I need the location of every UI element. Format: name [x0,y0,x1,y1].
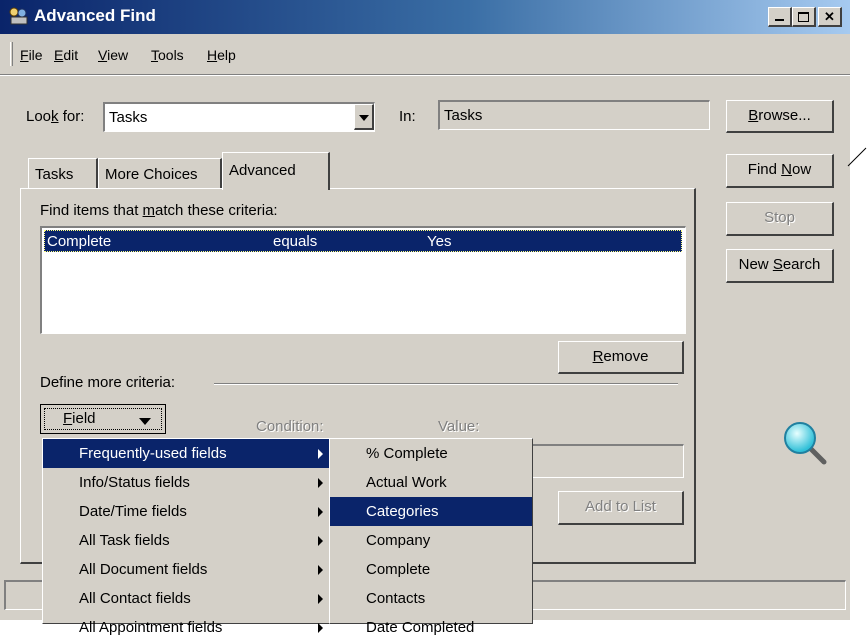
submenu-arrow-icon [318,565,323,575]
find-now-button[interactable]: Find Now [726,154,834,188]
submenu-arrow-icon [318,507,323,517]
submenu-item-company[interactable]: Company [330,526,532,555]
field-popup-menu: Frequently-used fields Info/Status field… [42,438,332,636]
browse-button[interactable]: Browse... [726,100,834,133]
field-menu-item-all-appointment[interactable]: All Appointment fields [43,613,331,642]
submenu-arrow-icon [318,623,323,633]
criteria-list[interactable]: Complete equals Yes [40,226,686,334]
maximize-icon [798,12,809,22]
in-field: Tasks [438,100,710,130]
tab-more-choices[interactable]: More Choices [98,158,222,188]
define-criteria-divider [214,383,678,385]
search-magnifier-icon [780,418,830,468]
stop-button[interactable]: Stop [726,202,834,236]
window-title: Advanced Find [34,6,156,25]
look-for-label: Look for: [26,108,85,125]
dropdown-arrow-icon [139,418,151,425]
submenu-item-actual-work[interactable]: Actual Work [330,468,532,497]
minimize-icon [775,19,784,21]
menubar-separator [0,74,850,76]
field-menu-item-info-status[interactable]: Info/Status fields [43,468,331,497]
value-input[interactable] [520,444,684,478]
remove-button[interactable]: Remove [558,341,684,374]
minimize-button[interactable] [768,7,792,27]
submenu-item-date-completed[interactable]: Date Completed [330,613,532,642]
in-label: In: [399,108,416,125]
criteria-condition: equals [273,233,318,250]
look-for-value: Tasks [109,109,148,126]
close-button[interactable]: ✕ [818,7,842,27]
menu-file[interactable]: File [20,47,43,63]
new-search-button[interactable]: New Search [726,249,834,283]
look-for-dropdown[interactable]: Tasks [103,102,375,132]
in-value: Tasks [444,107,483,124]
field-menu-item-all-contact[interactable]: All Contact fields [43,584,331,613]
field-menu-item-all-task[interactable]: All Task fields [43,526,331,555]
tab-tasks[interactable]: Tasks [28,158,98,188]
field-menu-item-frequently-used[interactable]: Frequently-used fields [43,439,331,468]
field-button[interactable]: Field [40,404,166,434]
menu-view[interactable]: View [98,47,128,63]
submenu-arrow-icon [318,449,323,459]
submenu-item-percent-complete[interactable]: % Complete [330,439,532,468]
menu-edit[interactable]: Edit [54,47,78,63]
tab-advanced[interactable]: Advanced [222,152,330,190]
look-for-dropdown-button[interactable] [354,104,374,130]
callout-line [847,147,867,167]
maximize-button[interactable] [792,7,816,27]
add-to-list-button[interactable]: Add to List [558,491,684,525]
submenu-item-contacts[interactable]: Contacts [330,584,532,613]
field-button-label: Field [63,410,96,427]
submenu-arrow-icon [318,478,323,488]
submenu-arrow-icon [318,536,323,546]
menubar-grip [10,42,13,66]
menu-help[interactable]: Help [207,47,236,63]
menu-tools[interactable]: Tools [151,47,184,63]
define-criteria-label: Define more criteria: [40,374,176,391]
submenu-item-categories[interactable]: Categories [330,497,532,526]
criteria-field: Complete [47,233,112,250]
submenu-arrow-icon [318,594,323,604]
dropdown-arrow-icon [359,115,369,121]
field-menu-item-all-document[interactable]: All Document fields [43,555,331,584]
value-label: Value: [438,418,480,435]
advanced-find-app-icon [8,6,30,26]
condition-label: Condition: [256,418,324,435]
criteria-value: Yes [427,233,452,250]
close-icon: ✕ [824,9,835,24]
field-menu-item-date-time[interactable]: Date/Time fields [43,497,331,526]
frequently-used-submenu: % Complete Actual Work Categories Compan… [329,438,533,636]
criteria-row[interactable]: Complete equals Yes [44,230,682,252]
criteria-label: Find items that match these criteria: [40,202,278,219]
submenu-item-complete[interactable]: Complete [330,555,532,584]
